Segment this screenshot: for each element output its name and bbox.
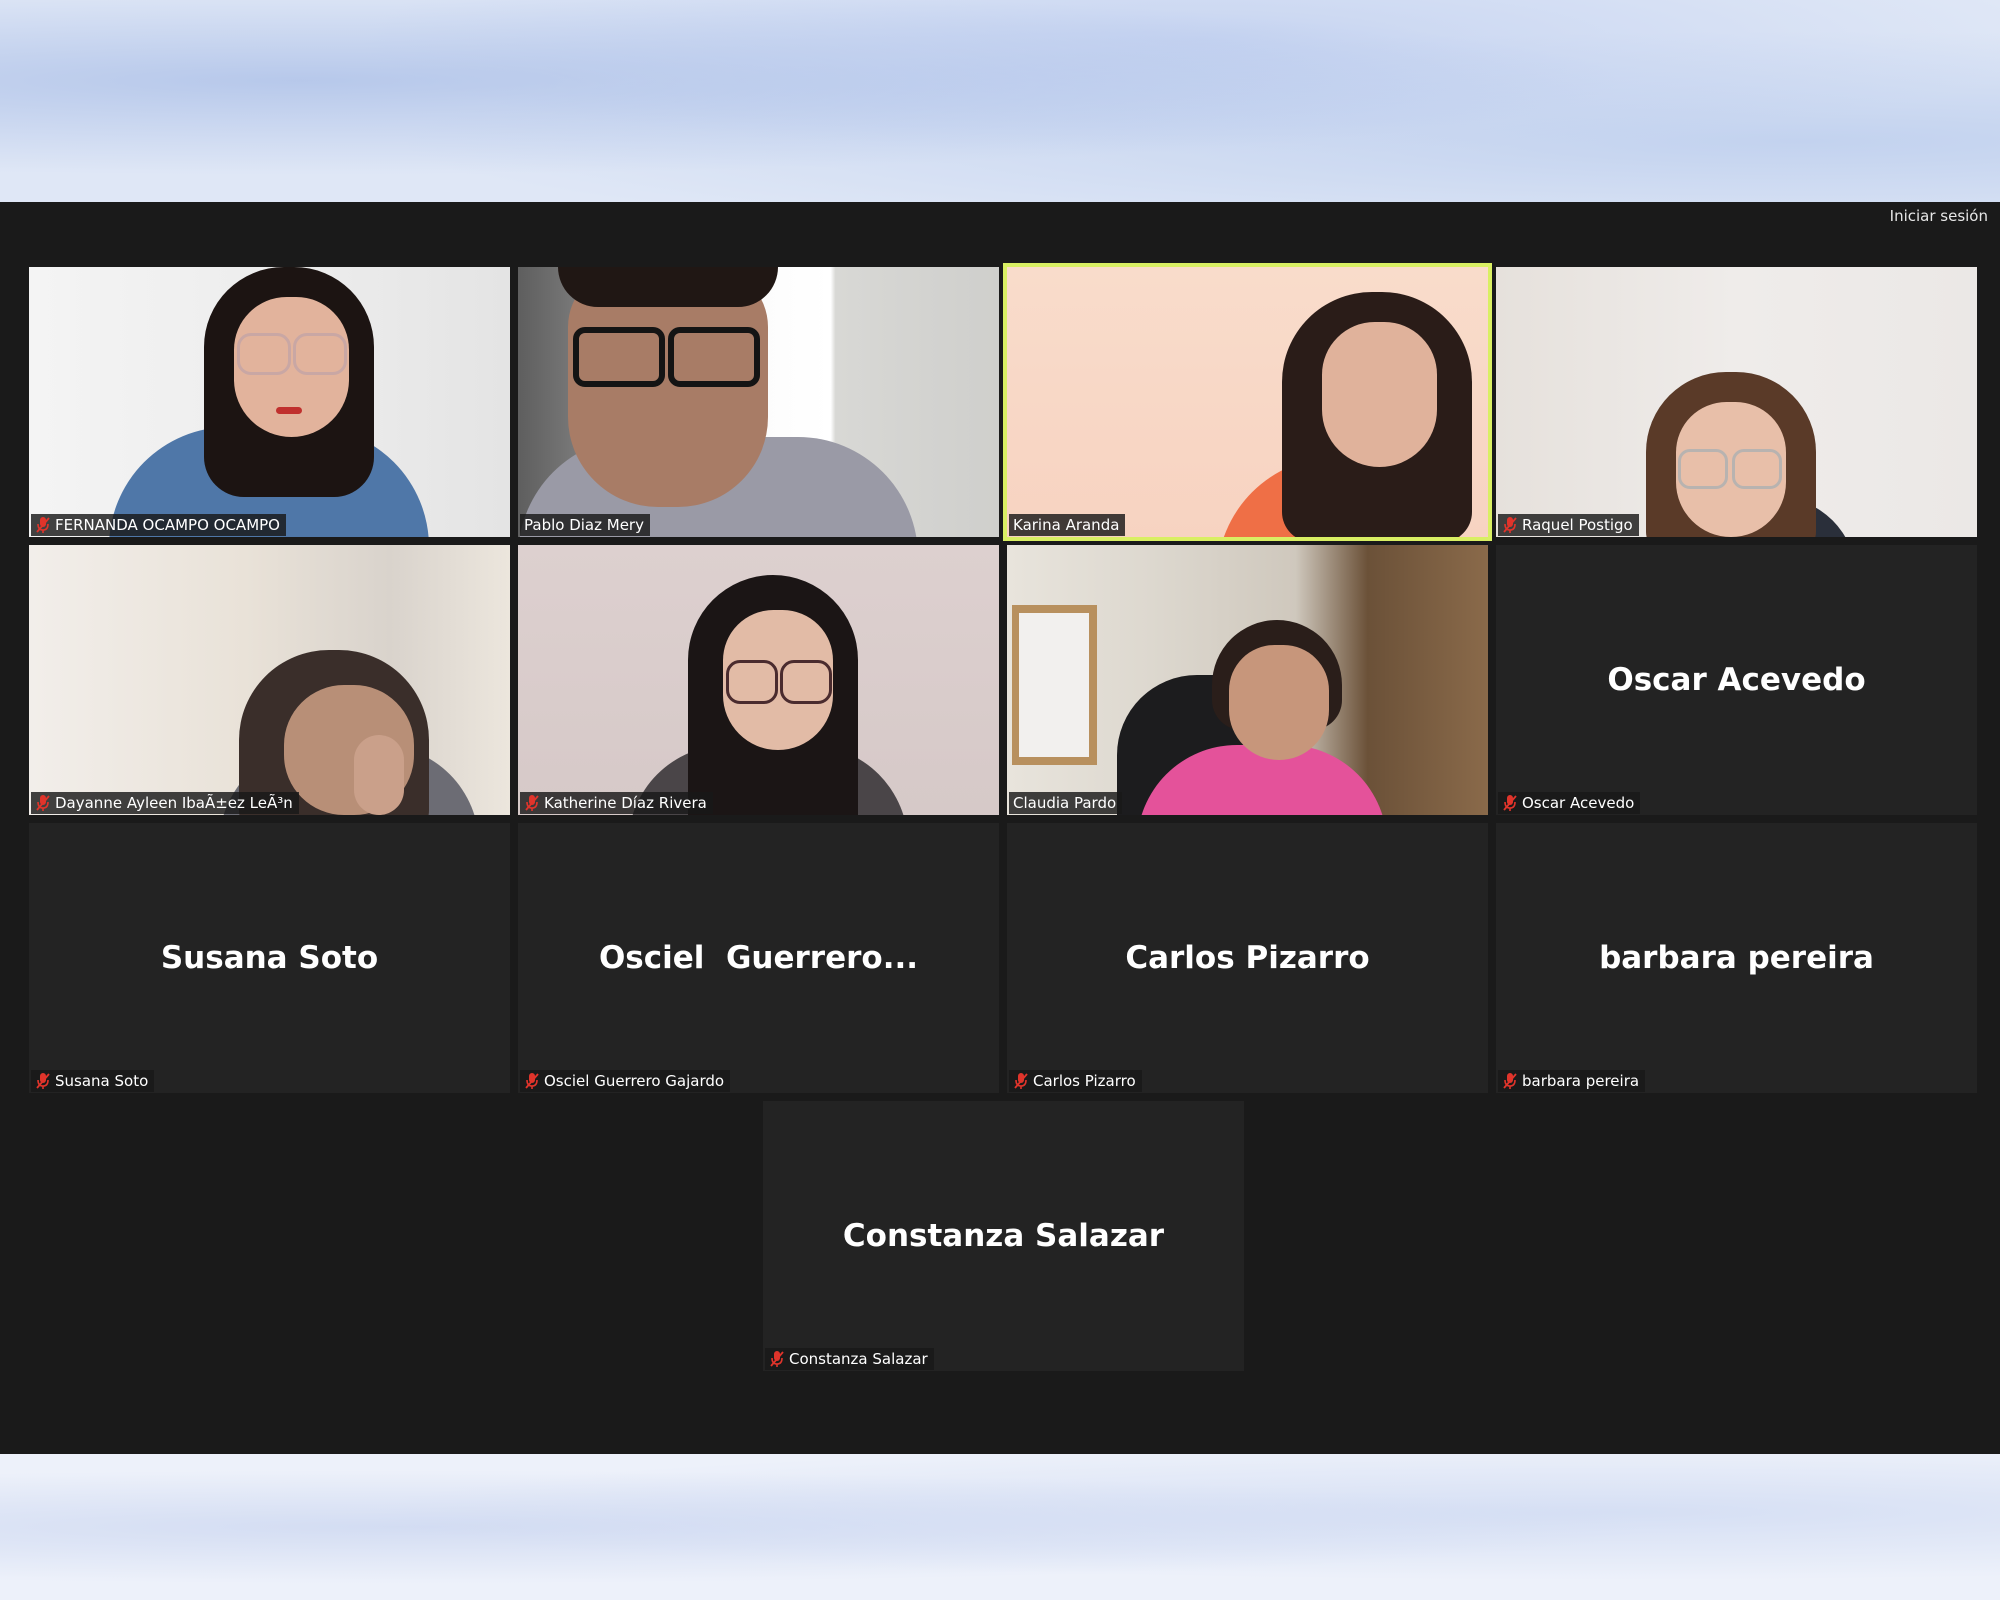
participant-name-tag: Oscar Acevedo [1498,792,1641,814]
participant-name: Karina Aranda [1013,516,1120,534]
participant-video [29,267,510,537]
participant-name-tag: Osciel Guerrero Gajardo [520,1070,731,1092]
mic-muted-icon [770,1351,784,1367]
participant-name: Katherine Díaz Rivera [544,794,707,812]
mic-muted-icon [1503,1073,1517,1089]
participant-display-name: Constanza Salazar [842,1218,1165,1254]
participant-name: Claudia Pardo [1013,794,1117,812]
participant-name: Oscar Acevedo [1522,794,1635,812]
participant-name-tag: Dayanne Ayleen IbaÃ±ez LeÃ³n [31,792,299,814]
participant-tile[interactable]: Carlos Pizarro Carlos Pizarro [1007,823,1488,1093]
participant-tile[interactable]: Susana Soto Susana Soto [29,823,510,1093]
participant-tile[interactable]: Constanza Salazar Constanza Salazar [763,1101,1244,1371]
participant-display-name: Oscar Acevedo [1607,662,1866,698]
participant-name: Pablo Diaz Mery [524,516,644,534]
participant-tile[interactable]: barbara pereira barbara pereira [1496,823,1977,1093]
sign-in-link[interactable]: Iniciar sesión [1890,207,1988,225]
mic-muted-icon [36,1073,50,1089]
participant-name-tag: Constanza Salazar [765,1348,934,1370]
participant-tile[interactable]: Pablo Diaz Mery [518,267,999,537]
participant-tile[interactable]: Claudia Pardo [1007,545,1488,815]
participant-name-tag: Carlos Pizarro [1009,1070,1142,1092]
participant-name: Raquel Postigo [1522,516,1633,534]
participant-name-tag: Claudia Pardo [1009,792,1123,814]
meeting-window: Iniciar sesión FERNANDA OCAMPO OCAMPO Pa… [0,202,2000,1454]
participant-name: barbara pereira [1522,1072,1640,1090]
participant-name-tag: Karina Aranda [1009,514,1126,536]
participant-video [1007,267,1488,537]
participant-video [29,545,510,815]
mic-muted-icon [525,795,539,811]
participant-name: Constanza Salazar [789,1350,928,1368]
participant-name: Dayanne Ayleen IbaÃ±ez LeÃ³n [55,794,293,812]
participant-tile[interactable]: FERNANDA OCAMPO OCAMPO [29,267,510,537]
participant-tile[interactable]: Dayanne Ayleen IbaÃ±ez LeÃ³n [29,545,510,815]
participant-name-tag: FERNANDA OCAMPO OCAMPO [31,514,286,536]
participant-name: Carlos Pizarro [1033,1072,1136,1090]
participant-name-tag: Pablo Diaz Mery [520,514,650,536]
background-bottom [0,1454,2000,1600]
participant-tile[interactable]: Oscar Acevedo Oscar Acevedo [1496,545,1977,815]
participant-tile[interactable]: Raquel Postigo [1496,267,1977,537]
mic-muted-icon [36,517,50,533]
participant-display-name: Carlos Pizarro [1125,940,1370,976]
participant-display-name: Susana Soto [160,940,379,976]
participant-tile[interactable]: Katherine Díaz Rivera [518,545,999,815]
mic-muted-icon [36,795,50,811]
mic-muted-icon [1503,517,1517,533]
participant-name-tag: Susana Soto [31,1070,155,1092]
participant-name-tag: Raquel Postigo [1498,514,1639,536]
participant-name: Susana Soto [55,1072,149,1090]
background-top [0,0,2000,202]
participant-tile-active-speaker[interactable]: Karina Aranda [1003,263,1492,541]
participant-video [1007,545,1488,815]
participant-name-tag: Katherine Díaz Rivera [520,792,713,814]
participant-video [518,545,999,815]
mic-muted-icon [1503,795,1517,811]
mic-muted-icon [1014,1073,1028,1089]
participant-video [518,267,999,537]
participant-video [1496,267,1977,537]
participant-name: FERNANDA OCAMPO OCAMPO [55,516,280,534]
participant-name-tag: barbara pereira [1498,1070,1646,1092]
participant-display-name: barbara pereira [1599,940,1874,976]
participant-display-name: Osciel Guerrero... [598,940,919,976]
participant-tile[interactable]: Osciel Guerrero... Osciel Guerrero Gajar… [518,823,999,1093]
participant-name: Osciel Guerrero Gajardo [544,1072,725,1090]
mic-muted-icon [525,1073,539,1089]
